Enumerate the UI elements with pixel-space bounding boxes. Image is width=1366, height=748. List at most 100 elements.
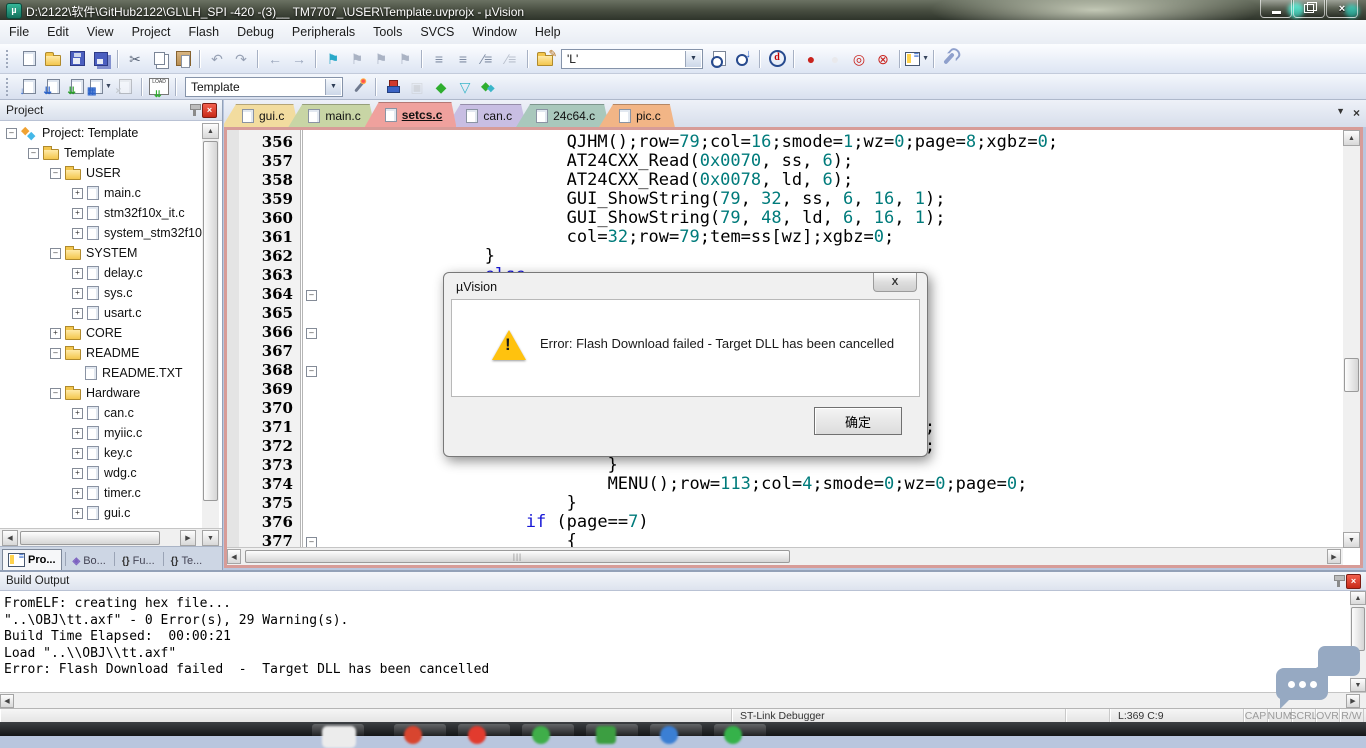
- windows-taskbar[interactable]: [0, 722, 1366, 736]
- workspace-tab-fu[interactable]: {}Fu...: [117, 552, 160, 570]
- download-button[interactable]: [147, 76, 171, 98]
- open-file-button[interactable]: [41, 48, 65, 70]
- file-extensions-button[interactable]: ▽: [453, 76, 477, 98]
- new-file-button[interactable]: [17, 48, 41, 70]
- paste-button[interactable]: [171, 48, 195, 70]
- tree-item-system[interactable]: –SYSTEM: [0, 243, 202, 263]
- expand-icon[interactable]: +: [72, 408, 83, 419]
- scroll-up-button[interactable]: ▲: [1343, 130, 1360, 146]
- menu-item-project[interactable]: Project: [123, 21, 180, 43]
- tree-item-can-c[interactable]: +can.c: [0, 403, 202, 423]
- fold-collapse-icon[interactable]: –: [306, 290, 317, 301]
- taskbar-app-icon[interactable]: [322, 726, 356, 748]
- kill-all-breakpoints-button[interactable]: ⊗: [871, 48, 895, 70]
- workspace-tab-bo[interactable]: ◈Bo...: [68, 552, 111, 570]
- menu-item-edit[interactable]: Edit: [38, 21, 78, 43]
- menu-item-peripherals[interactable]: Peripherals: [283, 21, 364, 43]
- batch-build-button[interactable]: ▼: [89, 76, 113, 98]
- minimize-button[interactable]: [1260, 0, 1292, 18]
- expand-icon[interactable]: +: [72, 188, 83, 199]
- restore-button[interactable]: [1293, 0, 1325, 18]
- scroll-right-button[interactable]: ▶: [180, 530, 196, 546]
- expand-icon[interactable]: +: [72, 468, 83, 479]
- target-combobox-dropdown[interactable]: ▼: [325, 79, 341, 95]
- toolbar-grip[interactable]: [6, 50, 13, 68]
- build-output-log[interactable]: FromELF: creating hex file..."..\OBJ\tt.…: [4, 596, 1346, 679]
- tree-item-system-stm32f10x[interactable]: +system_stm32f10x: [0, 223, 202, 243]
- dropdown-caret-icon[interactable]: ▼: [105, 83, 112, 90]
- target-options-button[interactable]: [347, 76, 371, 98]
- find-in-files-button[interactable]: [707, 48, 731, 70]
- expand-icon[interactable]: +: [50, 328, 61, 339]
- build-output-close-icon[interactable]: ×: [1346, 574, 1361, 589]
- taskbar-app-icon[interactable]: [660, 726, 678, 744]
- tree-item-readme-txt[interactable]: README.TXT: [0, 363, 202, 383]
- document-tab-24c64-c[interactable]: 24c64.c: [516, 104, 609, 127]
- redo-button[interactable]: ↷: [229, 48, 253, 70]
- dialog-close-button[interactable]: X: [873, 273, 917, 292]
- tree-item-key-c[interactable]: +key.c: [0, 443, 202, 463]
- taskbar-app-icon[interactable]: [468, 726, 486, 744]
- rebuild-button[interactable]: [65, 76, 89, 98]
- manage-project-items-button[interactable]: [381, 76, 405, 98]
- save-button[interactable]: [65, 48, 89, 70]
- menu-item-flash[interactable]: Flash: [179, 21, 228, 43]
- pin-icon[interactable]: [193, 107, 196, 116]
- ok-button[interactable]: 确定: [814, 407, 902, 435]
- dropdown-caret-icon[interactable]: ▼: [922, 55, 929, 62]
- stop-build-button[interactable]: [113, 76, 137, 98]
- incremental-find-button[interactable]: [731, 48, 755, 70]
- window-select-button[interactable]: ▼: [905, 48, 929, 70]
- bookmark-clear-button[interactable]: ⚑: [393, 48, 417, 70]
- tree-item-main-c[interactable]: +main.c: [0, 183, 202, 203]
- collapse-icon[interactable]: –: [50, 248, 61, 259]
- scroll-up-button[interactable]: ▲: [1350, 591, 1366, 605]
- expand-icon[interactable]: +: [72, 228, 83, 239]
- document-list-dropdown-icon[interactable]: ▼: [1336, 106, 1345, 120]
- scroll-left-button[interactable]: ◀: [2, 530, 18, 546]
- tree-item-project-template[interactable]: –Project: Template: [0, 123, 202, 143]
- cut-button[interactable]: ✂: [123, 48, 147, 70]
- tree-item-template[interactable]: –Template: [0, 143, 202, 163]
- collapse-icon[interactable]: –: [28, 148, 39, 159]
- taskbar-app-icon[interactable]: [724, 726, 742, 744]
- collapse-icon[interactable]: –: [6, 128, 17, 139]
- find-combobox-dropdown[interactable]: ▼: [685, 51, 701, 67]
- scroll-thumb[interactable]: [1344, 358, 1359, 392]
- navigate-back-button[interactable]: ←: [263, 48, 287, 70]
- workspace-tab-pro[interactable]: Pro...: [2, 549, 62, 570]
- scroll-thumb[interactable]: |||: [245, 550, 790, 563]
- scroll-left-button[interactable]: ◀: [0, 694, 14, 708]
- tree-item-usart-c[interactable]: +usart.c: [0, 303, 202, 323]
- menu-item-view[interactable]: View: [78, 21, 123, 43]
- disable-all-breakpoints-button[interactable]: ◎: [847, 48, 871, 70]
- comment-button[interactable]: ∕≡: [475, 48, 499, 70]
- pin-icon[interactable]: [1337, 578, 1340, 587]
- collapse-icon[interactable]: –: [50, 168, 61, 179]
- expand-icon[interactable]: +: [72, 208, 83, 219]
- enable-breakpoint-button[interactable]: ●: [823, 48, 847, 70]
- indent-button[interactable]: ≡: [451, 48, 475, 70]
- bookmark-toggle-button[interactable]: ⚑: [321, 48, 345, 70]
- document-tab-can-c[interactable]: can.c: [446, 104, 526, 127]
- document-tab-setcs-c[interactable]: setcs.c: [365, 102, 457, 127]
- breakpoint-margin[interactable]: [227, 130, 239, 551]
- multi-project-button[interactable]: [477, 76, 501, 98]
- configure-button[interactable]: [939, 48, 963, 70]
- configure-find-button[interactable]: [533, 48, 557, 70]
- taskbar-app-icon[interactable]: [596, 726, 616, 744]
- workspace-tab-te[interactable]: {}Te...: [166, 552, 208, 570]
- tree-item-timer-c[interactable]: +timer.c: [0, 483, 202, 503]
- build-button[interactable]: [41, 76, 65, 98]
- project-panel-close-icon[interactable]: ×: [202, 103, 217, 118]
- copy-button[interactable]: [147, 48, 171, 70]
- tree-item-gui-c[interactable]: +gui.c: [0, 503, 202, 523]
- editor-vscrollbar[interactable]: ▲ ▼: [1343, 130, 1360, 548]
- menu-item-tools[interactable]: Tools: [364, 21, 411, 43]
- tree-item-core[interactable]: +CORE: [0, 323, 202, 343]
- find-combobox[interactable]: 'L' ▼: [561, 49, 703, 69]
- taskbar-app-icon[interactable]: [532, 726, 550, 744]
- expand-icon[interactable]: +: [72, 488, 83, 499]
- tree-item-myiic-c[interactable]: +myiic.c: [0, 423, 202, 443]
- collapse-icon[interactable]: –: [50, 348, 61, 359]
